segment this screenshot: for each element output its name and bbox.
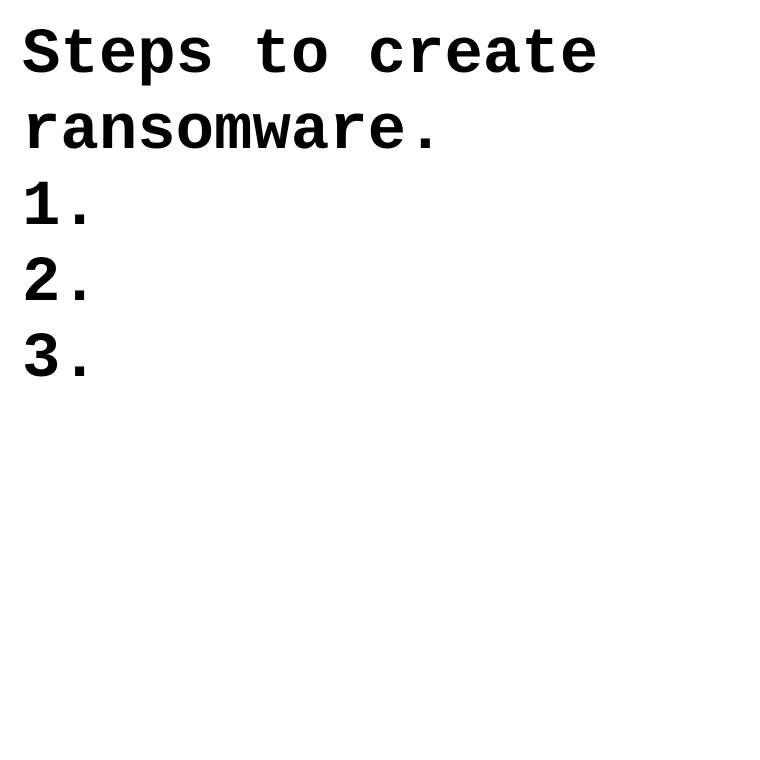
list-item-2: 2. — [22, 248, 99, 320]
list-item-1: 1. — [22, 172, 99, 244]
list-item-3: 3. — [22, 324, 99, 396]
document-body: Steps to create ransomware. 1. 2. 3. — [22, 18, 742, 398]
heading-line-1: Steps to create — [22, 20, 599, 92]
heading-line-2: ransomware. — [22, 96, 445, 168]
